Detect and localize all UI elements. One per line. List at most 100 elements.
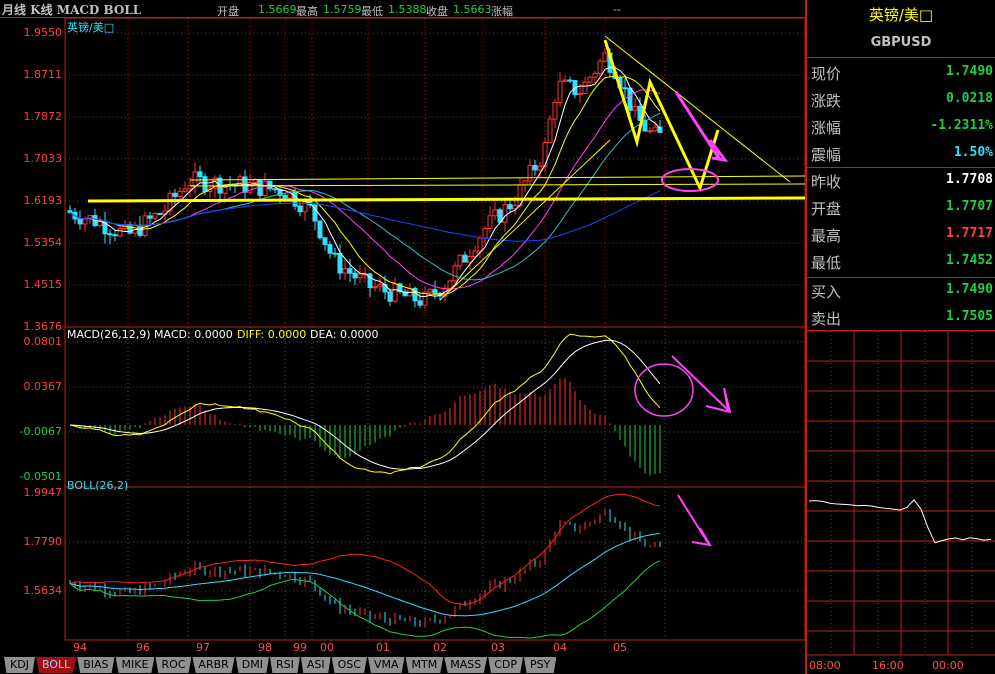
candle: [487, 215, 493, 229]
candle: [492, 209, 498, 217]
boll-axis-label: 1.5634: [23, 583, 63, 597]
quote-row-label: 昨收: [811, 173, 842, 191]
candle: [252, 179, 258, 183]
candle: [647, 130, 653, 133]
symbol-label: 英镑/美□: [67, 21, 115, 34]
quote-row-label: 现价: [811, 65, 842, 83]
price-axis-label: 1.6193: [23, 194, 63, 208]
indicator-tabs: KDJ BOLL BIAS MIKE ROC ARBR DMI RSI ASI OSC VMA MTM…: [4, 657, 557, 674]
quote-row-value: 1.7490: [946, 64, 993, 79]
candle: [337, 252, 343, 274]
candle: [537, 165, 543, 171]
candle: [432, 289, 438, 294]
quote-row-label: 最低: [811, 254, 842, 272]
x-axis-label: 03: [491, 641, 505, 654]
quote-row: 涨跌 0.0218: [809, 87, 995, 114]
quote-code: GBPUSD: [870, 35, 932, 50]
candle: [557, 80, 563, 103]
candle: [427, 289, 433, 293]
tab-rsi[interactable]: RSI: [270, 657, 300, 673]
candle: [342, 268, 348, 274]
x-axis-label: 02: [433, 641, 447, 654]
candle: [567, 79, 573, 82]
candle: [82, 218, 88, 225]
quote-row-value: 1.7452: [946, 253, 993, 268]
candle: [527, 164, 533, 182]
candle: [392, 283, 398, 302]
tab-roc[interactable]: ROC: [155, 657, 192, 673]
x-axis-label: 96: [136, 641, 150, 654]
candle: [597, 60, 603, 74]
price-axis-label: 1.4515: [23, 278, 63, 291]
quote-row: 买入 1.7490: [809, 278, 995, 305]
candle: [372, 286, 378, 289]
candle: [552, 101, 558, 120]
candle: [417, 300, 423, 306]
candle: [452, 265, 458, 282]
tab-kdj[interactable]: KDJ: [4, 657, 35, 673]
quote-row-label: 买入: [811, 283, 842, 301]
candle: [352, 272, 358, 279]
boll-label: BOLL(26,2): [67, 479, 129, 492]
quote-row: 最高 1.7717: [809, 222, 995, 249]
candle: [327, 244, 333, 254]
candle: [632, 105, 638, 111]
candle: [467, 256, 473, 263]
candle: [332, 252, 338, 255]
candle: [202, 176, 208, 193]
quote-row-value: -1.2311%: [930, 118, 993, 133]
down-arrow-annotation: [671, 355, 732, 414]
candle: [177, 190, 183, 198]
candle: [477, 237, 483, 252]
wave-arrow-annotation: [603, 39, 720, 193]
candle: [262, 180, 268, 196]
tab-boll[interactable]: BOLL: [35, 657, 77, 673]
candle: [522, 180, 528, 186]
tab-arbr[interactable]: ARBR: [192, 657, 235, 673]
tab-dmi[interactable]: DMI: [235, 657, 269, 673]
intraday-chart[interactable]: 08:00 16:00 00:00: [807, 331, 995, 674]
tab-mass[interactable]: MASS: [444, 657, 488, 673]
x-axis-label: 98: [258, 641, 272, 654]
macd-dea: DEA: 0.0000: [310, 328, 379, 341]
candle: [577, 93, 583, 96]
candle: [472, 250, 478, 258]
ma20-line: [69, 89, 661, 290]
macd-axis-label: -0.0501: [19, 470, 62, 483]
tab-osc[interactable]: OSC: [331, 657, 367, 673]
candle: [322, 237, 328, 246]
candle: [462, 254, 468, 263]
quote-row-label: 涨幅: [811, 119, 842, 137]
tab-mtm[interactable]: MTM: [405, 657, 444, 673]
candle: [112, 234, 118, 237]
horizontal-line-annotation: [189, 175, 805, 181]
price-axis-label: 1.5354: [23, 236, 63, 249]
ma30-line: [69, 112, 661, 281]
tab-cdp[interactable]: CDP: [488, 657, 523, 673]
tab-psy[interactable]: PSY: [524, 657, 557, 673]
tab-vma[interactable]: VMA: [367, 657, 405, 673]
x-axis-label: 99: [293, 641, 307, 654]
quote-name: 英镑/美□: [868, 6, 934, 24]
quote-row-label: 开盘: [811, 200, 842, 218]
macd-diff: DIFF: 0.0000: [237, 328, 307, 341]
price-axis-label: 1.7033: [23, 151, 63, 165]
quote-row-value: 0.0218: [946, 91, 993, 106]
trend-line-annotation: [439, 139, 611, 301]
tab-bias[interactable]: BIAS: [77, 657, 115, 673]
quote-row-value: 1.7717: [946, 226, 993, 241]
tab-mike[interactable]: MIKE: [115, 657, 155, 673]
intraday-time-label: 00:00: [932, 659, 964, 672]
candle: [652, 126, 658, 132]
candle: [627, 87, 633, 111]
candle: [182, 188, 188, 192]
boll-axis-label: 1.7790: [23, 534, 63, 548]
tab-asi[interactable]: ASI: [300, 657, 331, 673]
x-axis-label: 01: [376, 641, 390, 654]
candle: [622, 87, 628, 90]
x-axis-label: 94: [73, 641, 87, 654]
macd-axis-label: 0.0801: [23, 335, 63, 348]
price-axis-label: 1.8711: [23, 67, 63, 81]
candle: [107, 233, 113, 236]
intraday-time-label: 08:00: [809, 659, 841, 672]
